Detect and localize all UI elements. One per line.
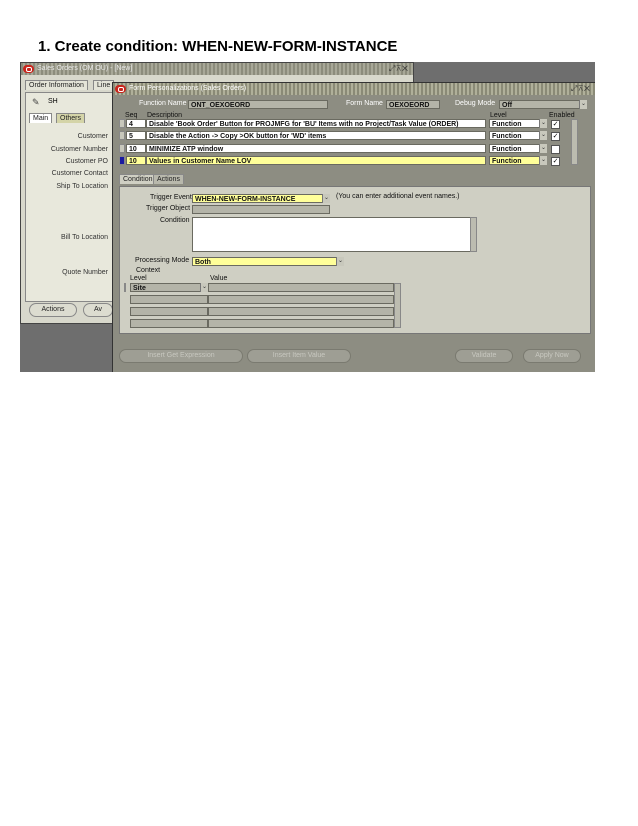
order-panel: ✎ SH Main Others Customer Customer Numbe… [25, 92, 115, 302]
enabled-checkbox[interactable]: ✓ [551, 157, 560, 166]
trigger-event-field[interactable]: WHEN-NEW-FORM-INSTANCE [192, 194, 330, 203]
sales-orders-titlebar[interactable]: Sales Orders (OM OU) - [New] ⤢⊼✕ [21, 63, 413, 75]
row-selector[interactable] [119, 119, 125, 128]
window-title: Sales Orders (OM OU) - [New] [37, 65, 133, 72]
debug-mode-label: Debug Mode [455, 100, 496, 107]
trigger-event-label: Trigger Event [150, 194, 192, 201]
context-value-field[interactable] [208, 295, 394, 304]
processing-mode-label: Processing Mode [135, 257, 190, 264]
row-selector[interactable] [124, 283, 126, 292]
chevron-down-icon[interactable]: ⌄ [539, 156, 547, 165]
column-seq: Seq [125, 112, 138, 119]
row-selector[interactable] [119, 144, 125, 153]
label-ship-to-location: Ship To Location [56, 183, 108, 190]
oracle-icon [115, 85, 126, 93]
screenshot: Sales Orders (OM OU) - [New] ⤢⊼✕ Order I… [20, 62, 595, 372]
seq-cell[interactable]: 10 [126, 144, 146, 153]
column-enabled: Enabled [549, 112, 575, 119]
context-value-field[interactable] [208, 319, 394, 328]
tab-condition[interactable]: Condition [119, 174, 157, 184]
seq-cell[interactable]: 5 [126, 131, 146, 140]
label-customer-po: Customer PO [65, 158, 108, 165]
page-heading: 1. Create condition: WHEN-NEW-FORM-INSTA… [38, 38, 398, 55]
label-quote-number: Quote Number [62, 269, 108, 276]
form-name-label: Form Name [346, 100, 383, 107]
validate-button[interactable]: Validate [455, 349, 513, 363]
label-bill-to-location: Bill To Location [61, 234, 108, 241]
page: 1. Create condition: WHEN-NEW-FORM-INSTA… [0, 0, 638, 826]
chevron-down-icon[interactable]: ⌄ [322, 194, 330, 203]
form-name-field[interactable]: OEXOEORD [386, 100, 440, 109]
form-personalizations-titlebar[interactable]: Form Personalizations (Sales Orders) ⤢⊼✕ [113, 83, 595, 95]
debug-mode-select[interactable]: Off [499, 100, 587, 109]
row-selector[interactable] [119, 156, 125, 165]
order-type-icon: ✎ [32, 97, 40, 107]
chevron-down-icon[interactable]: ⌄ [200, 283, 208, 292]
column-description: Description [147, 112, 183, 119]
context-value-field[interactable] [208, 307, 394, 316]
description-cell[interactable]: MINIMIZE ATP window [146, 144, 486, 153]
tab-actions[interactable]: Actions [153, 174, 184, 184]
apply-now-button[interactable]: Apply Now [523, 349, 581, 363]
context-label: Context [136, 267, 161, 274]
actions-button[interactable]: Actions [29, 303, 77, 317]
label-customer-contact: Customer Contact [51, 170, 108, 177]
condition-scrollbar[interactable] [470, 217, 477, 252]
trigger-object-field[interactable] [192, 205, 330, 214]
insert-item-value-button[interactable]: Insert Item Value [247, 349, 351, 363]
chevron-down-icon[interactable]: ⌄ [539, 144, 547, 153]
enabled-checkbox[interactable] [551, 145, 560, 154]
window-controls-icon[interactable]: ⤢⊼✕ [389, 63, 409, 75]
trigger-hint: (You can enter additional event names.) [336, 193, 460, 200]
enabled-checkbox[interactable]: ✓ [551, 120, 560, 129]
context-scrollbar[interactable] [394, 283, 401, 328]
description-cell[interactable]: Disable 'Book Order' Button for PROJMFG … [146, 119, 486, 128]
context-value-header: Value [210, 275, 228, 282]
form-personalizations-window: Form Personalizations (Sales Orders) ⤢⊼✕… [112, 82, 595, 372]
condition-panel: Trigger Event WHEN-NEW-FORM-INSTANCE ⌄ (… [119, 186, 591, 334]
availability-button[interactable]: Av [83, 303, 113, 317]
function-name-label: Function Name [139, 100, 187, 107]
condition-textarea[interactable] [192, 217, 476, 252]
context-level-field[interactable]: Site [130, 283, 208, 292]
label-customer: Customer [77, 133, 108, 140]
context-level-field[interactable] [130, 307, 208, 316]
chevron-down-icon[interactable]: ⌄ [336, 257, 344, 266]
tab-order-information[interactable]: Order Information [25, 80, 88, 90]
oracle-icon [23, 65, 34, 73]
chevron-down-icon[interactable]: ⌄ [579, 100, 587, 109]
rules-scrollbar[interactable] [571, 119, 578, 165]
condition-label: Condition [160, 217, 190, 224]
chevron-down-icon[interactable]: ⌄ [539, 131, 547, 140]
column-level: Level [490, 112, 507, 119]
context-level-field[interactable] [130, 295, 208, 304]
row-selector[interactable] [119, 131, 125, 140]
context-value-field[interactable] [208, 283, 394, 292]
subtab-others[interactable]: Others [56, 113, 86, 123]
description-cell[interactable]: Disable the Action -> Copy >OK button fo… [146, 131, 486, 140]
window-title: Form Personalizations (Sales Orders) [129, 85, 247, 92]
context-level-field[interactable] [130, 319, 208, 328]
order-type: SH [48, 98, 58, 105]
window-controls-icon[interactable]: ⤢⊼✕ [571, 83, 591, 95]
seq-cell[interactable]: 4 [126, 119, 146, 128]
context-level-header: Level [130, 275, 147, 282]
function-name-field[interactable]: ONT_OEXOEORD [188, 100, 328, 109]
trigger-object-label: Trigger Object [146, 205, 191, 212]
processing-mode-select[interactable]: Both [192, 257, 344, 266]
description-cell[interactable]: Values in Customer Name LOV [146, 156, 486, 165]
enabled-checkbox[interactable]: ✓ [551, 132, 560, 141]
seq-cell[interactable]: 10 [126, 156, 146, 165]
insert-get-expression-button[interactable]: Insert Get Expression [119, 349, 243, 363]
chevron-down-icon[interactable]: ⌄ [539, 119, 547, 128]
subtab-main[interactable]: Main [29, 113, 53, 123]
label-customer-number: Customer Number [50, 146, 108, 153]
